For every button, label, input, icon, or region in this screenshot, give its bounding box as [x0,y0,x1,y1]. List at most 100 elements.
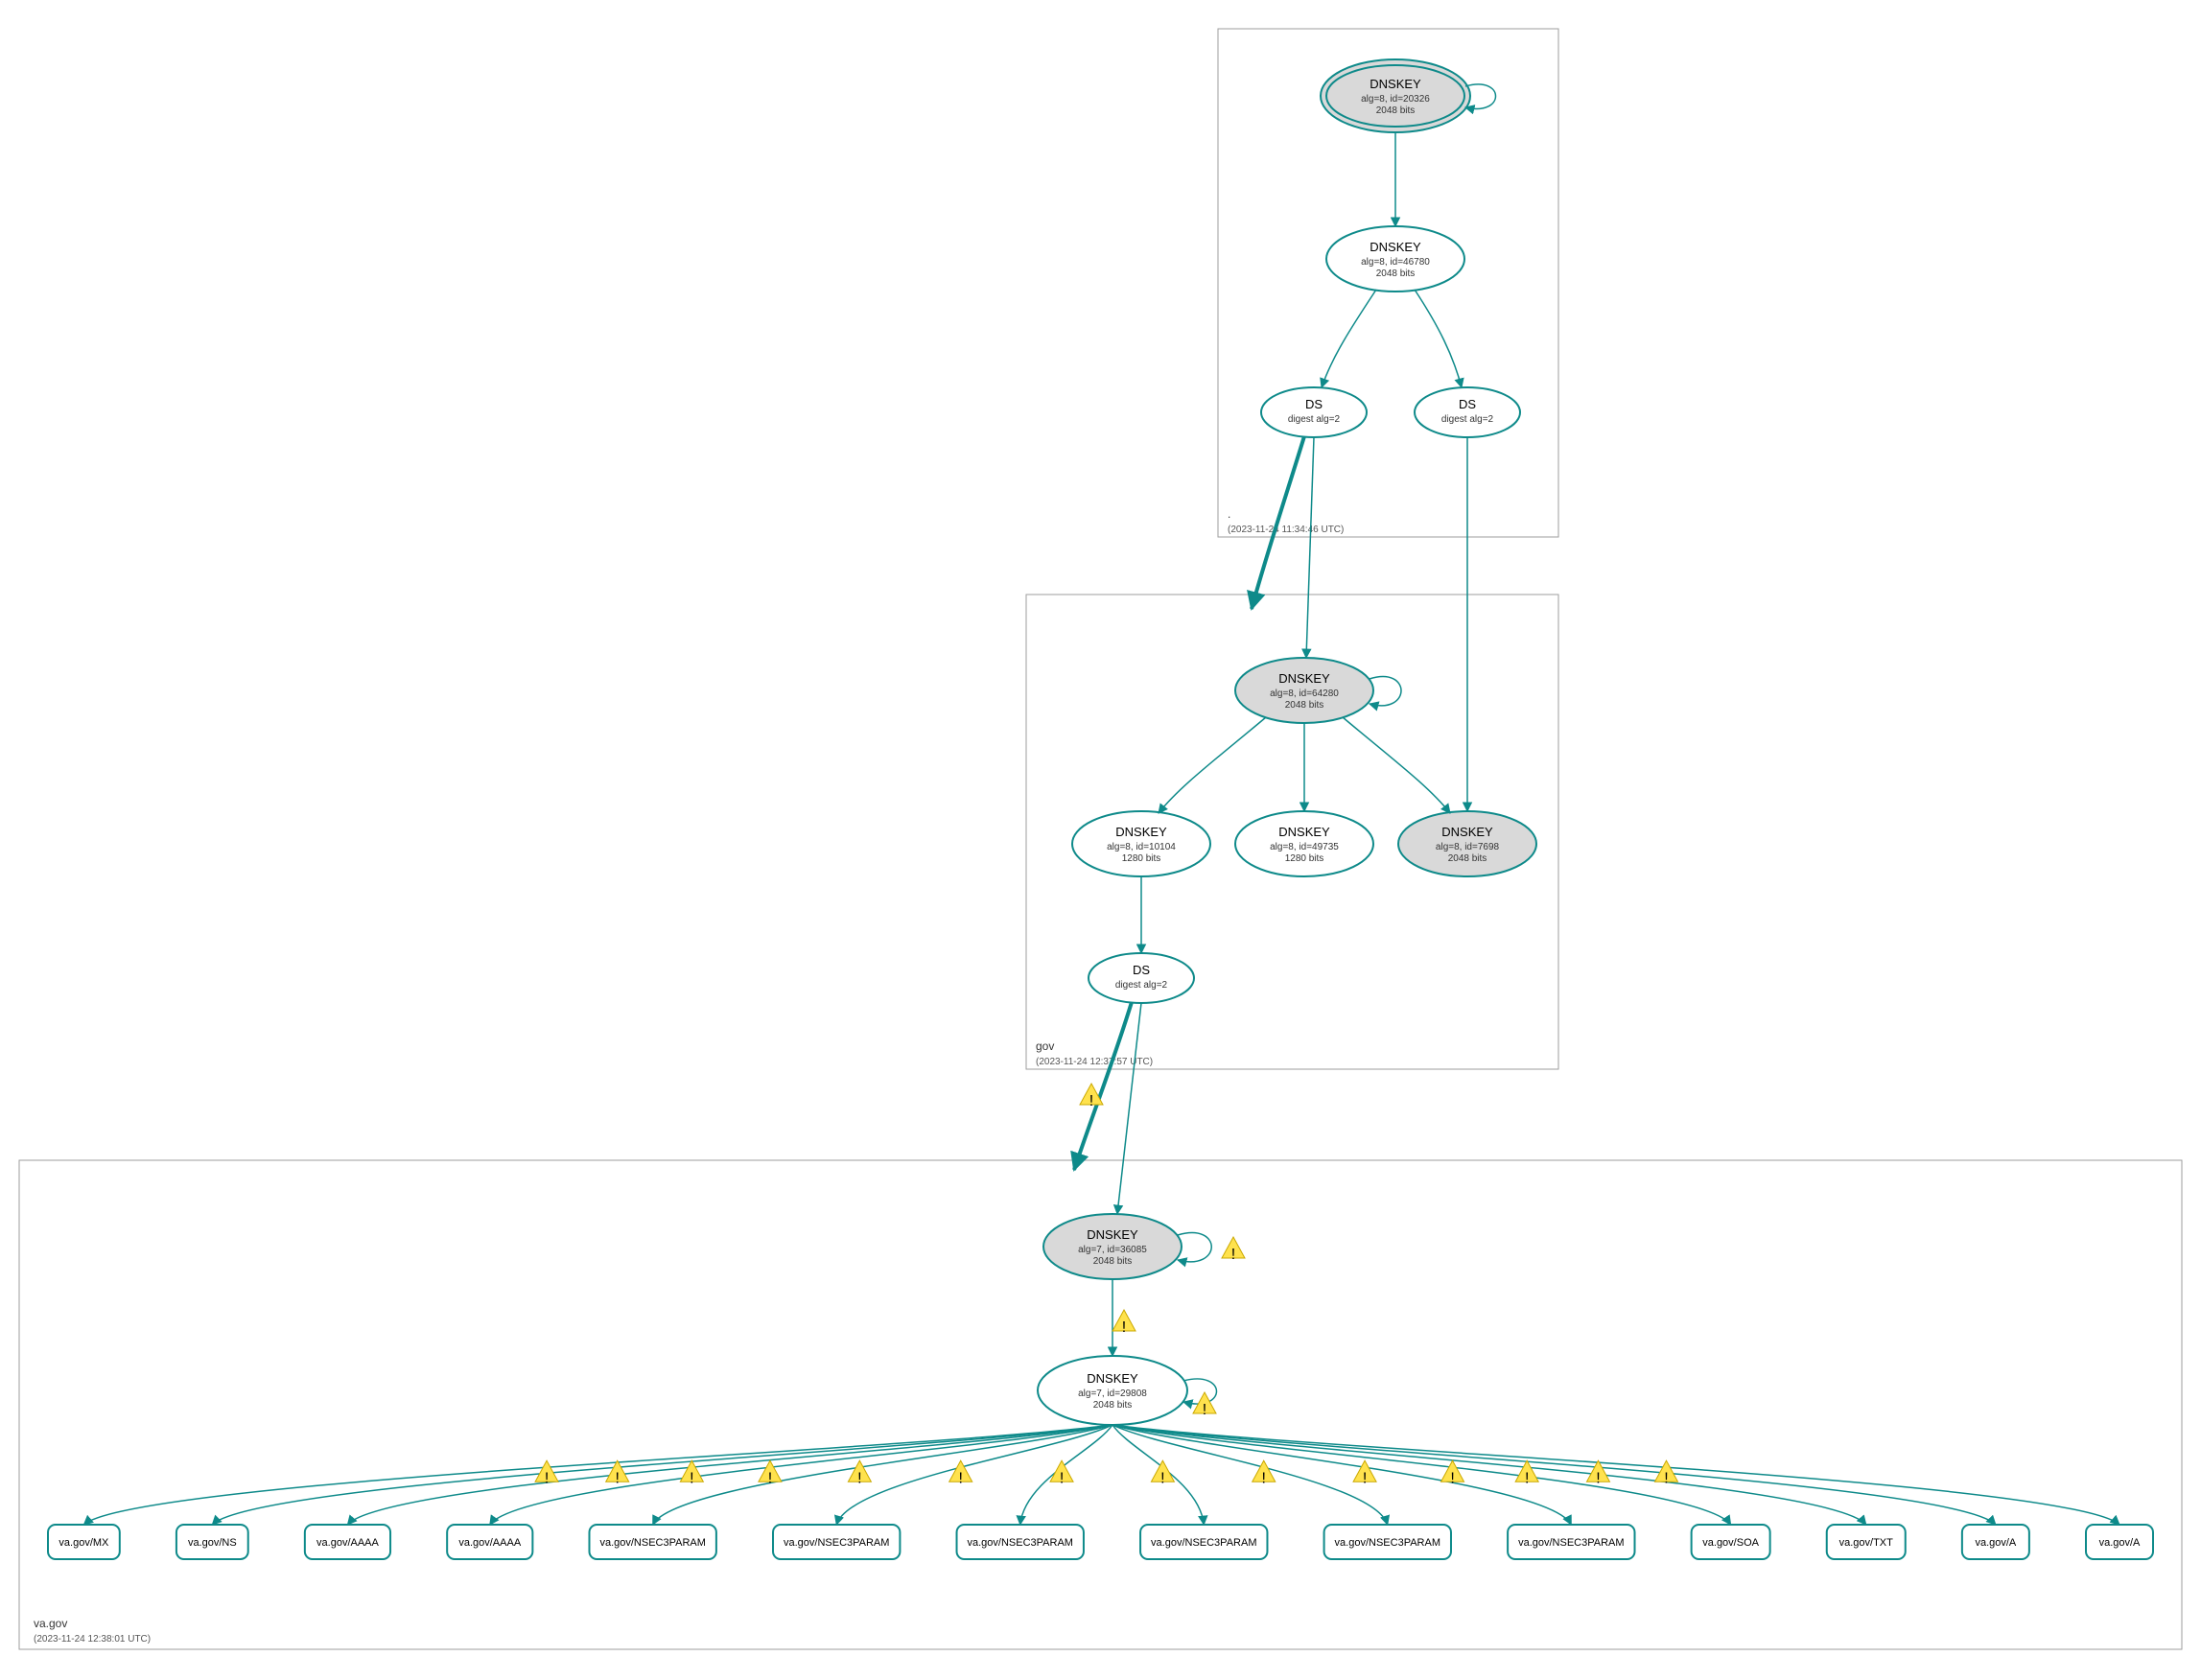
svg-text:!: ! [857,1470,861,1486]
rrset-label: va.gov/NSEC3PARAM [1151,1537,1256,1549]
edge-rootzsk-ds2 [1415,290,1462,387]
edge-vazsk-rrset [212,1425,1112,1525]
node-va-ksk[interactable]: DNSKEY alg=7, id=36085 2048 bits [1043,1214,1182,1279]
svg-text:!: ! [1160,1470,1164,1486]
edge-govds-vazone [1074,1002,1132,1170]
node-root-ksk[interactable]: DNSKEY alg=8, id=20326 2048 bits [1321,59,1470,132]
svg-text:!: ! [690,1470,693,1486]
warning-icon: ! [1222,1237,1245,1263]
svg-text:!: ! [1231,1247,1235,1263]
svg-text:1280 bits: 1280 bits [1122,853,1161,864]
svg-text:!: ! [1525,1470,1529,1486]
svg-text:alg=8, id=20326: alg=8, id=20326 [1361,94,1430,105]
svg-text:!: ! [545,1470,549,1486]
node-gov-zsk2[interactable]: DNSKEY alg=8, id=49735 1280 bits [1235,811,1373,876]
zone-ts-va: (2023-11-24 12:38:01 UTC) [34,1634,151,1645]
node-gov-zsk3[interactable]: DNSKEY alg=8, id=7698 2048 bits [1398,811,1536,876]
svg-text:digest alg=2: digest alg=2 [1441,414,1494,425]
rrset-label: va.gov/TXT [1839,1537,1894,1549]
svg-text:!: ! [958,1470,962,1486]
svg-text:!: ! [1363,1470,1367,1486]
edge-vazsk-rrset [347,1425,1112,1525]
rrset-label: va.gov/NSEC3PARAM [968,1537,1073,1549]
rrset-edges-group [83,1425,2119,1525]
svg-text:DNSKEY: DNSKEY [1278,825,1330,839]
rrset-label: va.gov/A [1975,1537,2016,1549]
svg-text:alg=8, id=49735: alg=8, id=49735 [1270,842,1339,852]
edge-govksk-zsk1 [1159,717,1266,813]
svg-text:DS: DS [1459,397,1476,411]
svg-text:!: ! [1450,1470,1454,1486]
zone-label-va: va.gov [34,1617,67,1630]
dnssec-auth-graph: . (2023-11-24 11:34:46 UTC) DNSKEY alg=8… [0,0,2201,1680]
edge-vazsk-rrset [1112,1425,1866,1525]
node-gov-ds[interactable]: DS digest alg=2 [1089,953,1194,1003]
edge-vaksk-self [1178,1233,1211,1262]
svg-text:DNSKEY: DNSKEY [1087,1227,1138,1242]
svg-text:DNSKEY: DNSKEY [1115,825,1167,839]
svg-text:DS: DS [1133,963,1150,977]
svg-text:DNSKEY: DNSKEY [1087,1371,1138,1386]
zone-label-root: . [1228,507,1230,521]
node-root-ds1[interactable]: DS digest alg=2 [1261,387,1367,437]
svg-text:DNSKEY: DNSKEY [1370,240,1421,254]
svg-text:2048 bits: 2048 bits [1093,1256,1133,1267]
rrset-label: va.gov/NS [188,1537,237,1549]
warning-icon: ! [1193,1392,1216,1418]
rrset-label: va.gov/AAAA [458,1537,521,1549]
svg-text:1280 bits: 1280 bits [1285,853,1324,864]
edge-vazsk-rrset [1112,1425,1996,1525]
svg-text:digest alg=2: digest alg=2 [1115,980,1168,991]
svg-text:2048 bits: 2048 bits [1285,700,1324,711]
svg-text:alg=8, id=10104: alg=8, id=10104 [1107,842,1176,852]
svg-text:alg=7, id=36085: alg=7, id=36085 [1078,1245,1147,1255]
svg-text:2048 bits: 2048 bits [1376,268,1416,279]
svg-text:alg=8, id=7698: alg=8, id=7698 [1436,842,1500,852]
svg-text:DNSKEY: DNSKEY [1441,825,1493,839]
rrset-label: va.gov/NSEC3PARAM [599,1537,705,1549]
zone-ts-root: (2023-11-24 11:34:46 UTC) [1228,525,1344,535]
rrset-boxes-group: va.gov/MX va.gov/NS va.gov/AAAA va.gov/AAAA… [48,1525,2153,1559]
warning-icon: ! [1112,1310,1136,1336]
svg-text:digest alg=2: digest alg=2 [1288,414,1341,425]
edge-vazsk-rrset [653,1425,1112,1525]
edge-govksk-zsk3 [1343,717,1450,813]
node-root-ds2[interactable]: DS digest alg=2 [1415,387,1520,437]
edge-vazsk-rrset [1112,1425,1571,1525]
svg-text:DNSKEY: DNSKEY [1278,671,1330,686]
svg-text:2048 bits: 2048 bits [1093,1400,1133,1411]
svg-text:!: ! [768,1470,772,1486]
node-va-zsk[interactable]: DNSKEY alg=7, id=29808 2048 bits [1038,1356,1187,1425]
svg-text:!: ! [616,1470,620,1486]
rrset-label: va.gov/NSEC3PARAM [1518,1537,1624,1549]
rrset-label: va.gov/SOA [1702,1537,1759,1549]
svg-text:DS: DS [1305,397,1323,411]
edge-vazsk-rrset [490,1425,1112,1525]
rrset-label: va.gov/NSEC3PARAM [784,1537,889,1549]
rrset-label: va.gov/MX [59,1537,109,1549]
rrset-label: va.gov/AAAA [316,1537,379,1549]
svg-text:!: ! [1203,1402,1206,1418]
svg-text:alg=8, id=46780: alg=8, id=46780 [1361,257,1430,268]
svg-text:DNSKEY: DNSKEY [1370,77,1421,91]
svg-text:2048 bits: 2048 bits [1448,853,1487,864]
svg-text:!: ! [1060,1470,1064,1486]
edge-ds1-govksk [1306,437,1314,658]
svg-text:2048 bits: 2048 bits [1376,105,1416,116]
svg-text:!: ! [1664,1470,1668,1486]
zone-label-gov: gov [1036,1039,1054,1053]
svg-text:alg=8, id=64280: alg=8, id=64280 [1270,688,1339,699]
rrset-label: va.gov/A [2099,1537,2141,1549]
edge-ds1-govzone [1252,436,1304,609]
node-gov-zsk1[interactable]: DNSKEY alg=8, id=10104 1280 bits [1072,811,1210,876]
svg-text:!: ! [1596,1470,1600,1486]
rrset-label: va.gov/NSEC3PARAM [1335,1537,1440,1549]
edge-rootzsk-ds1 [1322,290,1376,387]
edge-vazsk-rrset [1112,1425,1731,1525]
svg-text:alg=7, id=29808: alg=7, id=29808 [1078,1388,1147,1399]
svg-text:!: ! [1089,1093,1093,1109]
node-root-zsk[interactable]: DNSKEY alg=8, id=46780 2048 bits [1326,226,1464,292]
node-gov-ksk[interactable]: DNSKEY alg=8, id=64280 2048 bits [1235,658,1373,723]
svg-text:!: ! [1262,1470,1266,1486]
svg-text:!: ! [1122,1319,1126,1336]
